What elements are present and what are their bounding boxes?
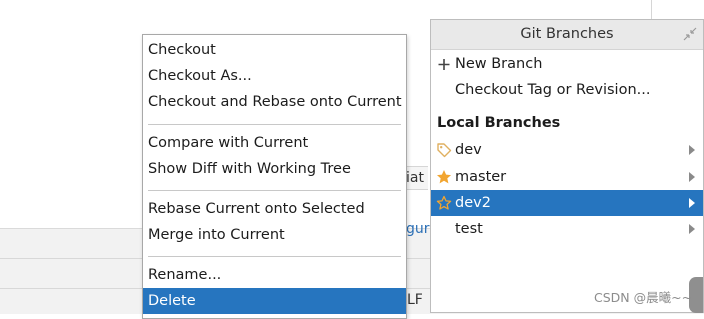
- menu-item-rebase-current[interactable]: Rebase Current onto Selected: [143, 196, 406, 222]
- menu-item-compare-with-current[interactable]: Compare with Current: [143, 130, 406, 156]
- menu-item-checkout-as[interactable]: Checkout As...: [143, 63, 406, 89]
- menu-item-show-diff[interactable]: Show Diff with Working Tree: [143, 156, 406, 182]
- branch-item-dev[interactable]: dev: [431, 137, 703, 163]
- background-link-fragment[interactable]: gur: [406, 218, 430, 240]
- menu-item-rename[interactable]: Rename...: [143, 262, 406, 288]
- menu-item-merge-into-current[interactable]: Merge into Current: [143, 222, 406, 248]
- menu-separator: [148, 124, 401, 125]
- star-outline-icon: [436, 195, 452, 210]
- tag-icon: [437, 143, 452, 158]
- chevron-right-icon: [689, 224, 695, 234]
- branch-item-dev2[interactable]: dev2: [431, 190, 703, 216]
- background-text-fragment: iat: [406, 166, 428, 190]
- chevron-right-icon: [689, 172, 695, 182]
- star-filled-icon: [437, 170, 451, 184]
- menu-separator: [148, 190, 401, 191]
- chevron-right-icon: [689, 198, 695, 208]
- menu-item-delete[interactable]: Delete: [143, 288, 406, 314]
- branch-context-menu: Checkout Checkout As... Checkout and Reb…: [142, 34, 407, 319]
- line-separator-indicator[interactable]: LF: [407, 289, 423, 311]
- new-branch-action[interactable]: New Branch: [431, 51, 703, 77]
- git-branches-popup: Git Branches New Branch Checkout Tag or …: [430, 19, 704, 313]
- branch-item-master[interactable]: master: [431, 164, 703, 190]
- local-branches-heading: Local Branches: [431, 110, 703, 136]
- action-label: New Branch: [455, 56, 543, 72]
- branch-item-test[interactable]: test: [431, 216, 703, 242]
- branch-label: test: [455, 221, 483, 237]
- git-branches-header: Git Branches: [431, 20, 703, 50]
- branch-label: master: [455, 169, 507, 185]
- watermark: CSDN @晨曦~~: [594, 290, 693, 305]
- section-title: Local Branches: [437, 115, 561, 131]
- plus-icon: [438, 59, 450, 70]
- menu-item-checkout-and-rebase[interactable]: Checkout and Rebase onto Current: [143, 89, 406, 115]
- chevron-right-icon: [689, 145, 695, 155]
- checkout-tag-action[interactable]: Checkout Tag or Revision...: [431, 77, 703, 103]
- branch-label: dev2: [455, 195, 491, 211]
- collapse-icon[interactable]: [683, 27, 697, 41]
- menu-item-checkout[interactable]: Checkout: [143, 37, 406, 63]
- action-label: Checkout Tag or Revision...: [455, 82, 651, 98]
- menu-separator: [148, 256, 401, 257]
- branch-label: dev: [455, 142, 482, 158]
- editor-divider: [651, 0, 652, 20]
- popup-title: Git Branches: [520, 26, 614, 42]
